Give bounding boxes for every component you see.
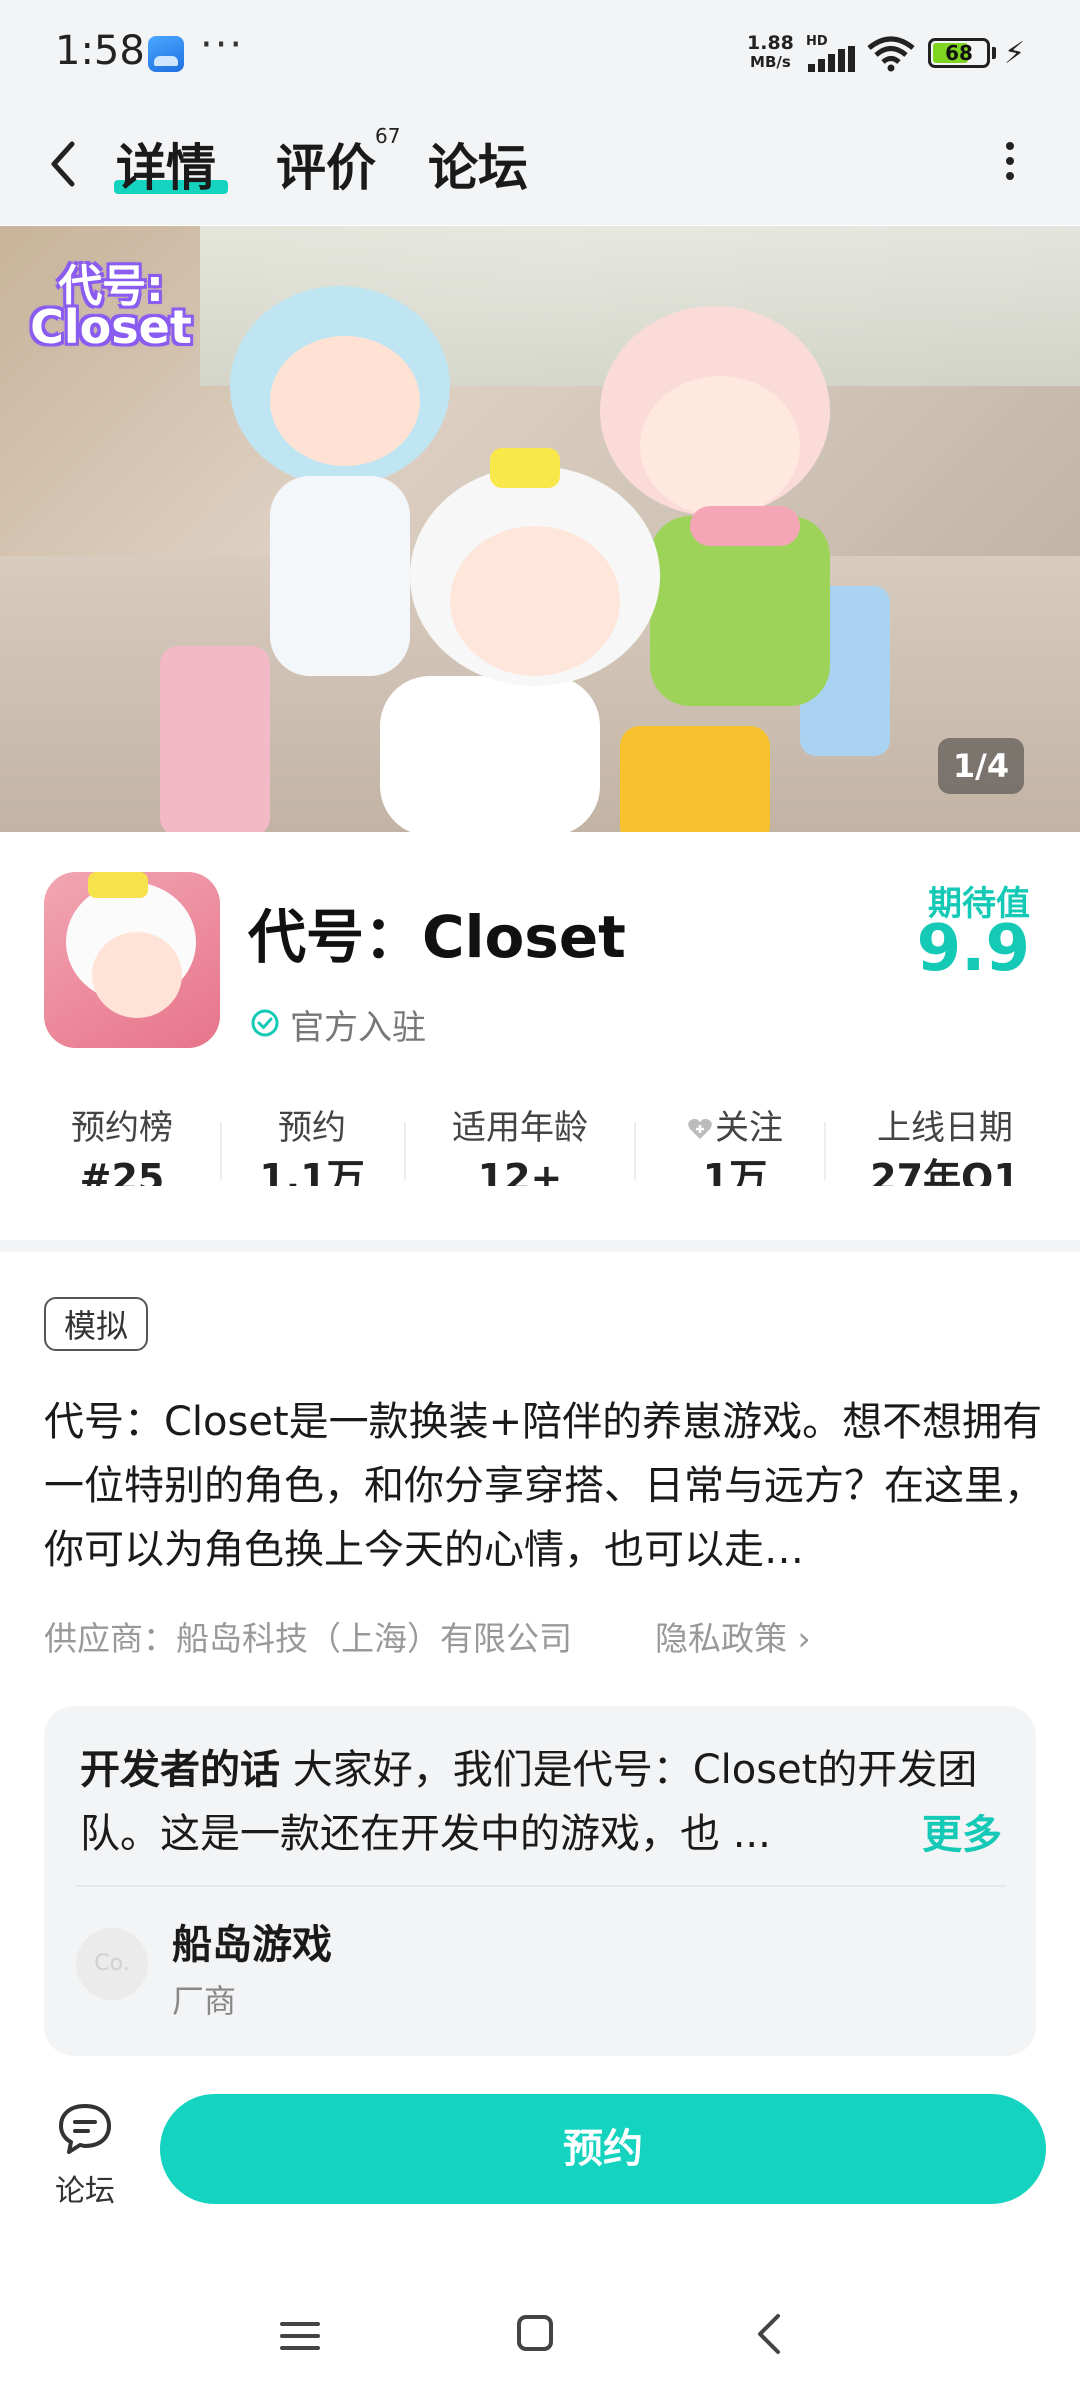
nav-home-icon[interactable] [516,2314,554,2352]
signal-icon [808,46,855,72]
more-vertical-icon[interactable] [1000,140,1020,182]
battery-tip [992,47,996,59]
developer-message[interactable]: 开发者的话 大家好，我们是代号：Closet的开发团队。这是一款还在开发中的游戏… [80,1738,1000,1866]
tab-forum[interactable]: 论坛 [428,128,528,200]
yellow-bow [490,448,560,488]
yellow-suitcase [620,726,770,832]
privacy-policy-link[interactable]: 隐私政策 › [655,1612,811,1660]
stats-row: 预约榜 #25 预约 1.1万 适用年龄 12+ 关注 1万 上线日期 27年Q… [0,1100,1080,1208]
developer-name[interactable]: 船岛游戏 [172,1912,332,1970]
tab-detail[interactable]: 详情 [116,128,216,200]
developer-role: 厂商 [172,1982,237,2020]
character-2-face [450,526,620,676]
wifi-icon [867,36,915,72]
pink-suitcase [160,646,270,832]
developer-more-link[interactable]: 更多 [914,1802,1002,1860]
stat-divider [220,1122,222,1180]
stat-divider [824,1122,826,1180]
carousel-page-indicator: 1/4 [938,738,1024,794]
character-1-face [270,336,420,466]
forum-chat-icon[interactable] [56,2102,114,2156]
developer-avatar[interactable]: Co. [76,1928,148,2000]
character-2-body [380,676,600,832]
nav-back-icon[interactable] [754,2312,784,2356]
status-time: 1:58 [55,28,145,74]
divider [76,1885,1006,1887]
game-logo-line2: Closet [30,300,192,354]
stat-ranking[interactable]: 预约榜 #25 [40,1100,204,1186]
character-3-scarf [690,506,800,546]
gallery-notification-icon [148,36,184,72]
network-speed: 1.88 MB/s [747,32,794,72]
app-title: 代号：Closet [248,903,626,971]
stat-divider [404,1122,406,1180]
heart-plus-icon [688,1118,712,1139]
review-count: 67 [375,124,401,148]
reserve-button[interactable]: 预约 [160,2094,1046,2204]
nav-menu-icon[interactable] [280,2316,320,2356]
battery-level: 68 [945,41,973,65]
character-3-face [640,376,800,516]
stat-follow[interactable]: 关注 1万 [650,1100,820,1186]
expectation-score: 9.9 [916,912,1030,986]
stat-reservations: 预约 1.1万 [259,1108,365,1186]
verified-icon [251,1009,279,1037]
charging-icon: ⚡ [1004,36,1026,71]
supplier-info: 供应商：船岛科技（上海）有限公司 [44,1619,572,1658]
app-icon [44,872,220,1048]
section-divider [0,1240,1080,1252]
back-icon[interactable] [48,136,78,192]
more-notifications-icon: ··· [200,22,245,68]
game-description[interactable]: 代号：Closet是一款换装+陪伴的养崽游戏。想不想拥有一位特别的角色，和你分享… [44,1390,1044,1582]
stat-release-date: 上线日期 27年Q1 [870,1108,1020,1186]
character-1-body [270,476,410,676]
battery-icon: 68 [928,38,990,68]
genre-tag[interactable]: 模拟 [44,1297,149,1351]
tab-review[interactable]: 评价 [276,128,376,200]
stat-divider [634,1122,636,1180]
forum-button-label[interactable]: 论坛 [40,2166,130,2210]
stat-age-rating: 适用年龄 12+ [452,1108,588,1186]
verified-label: 官方入驻 [290,1008,426,1048]
